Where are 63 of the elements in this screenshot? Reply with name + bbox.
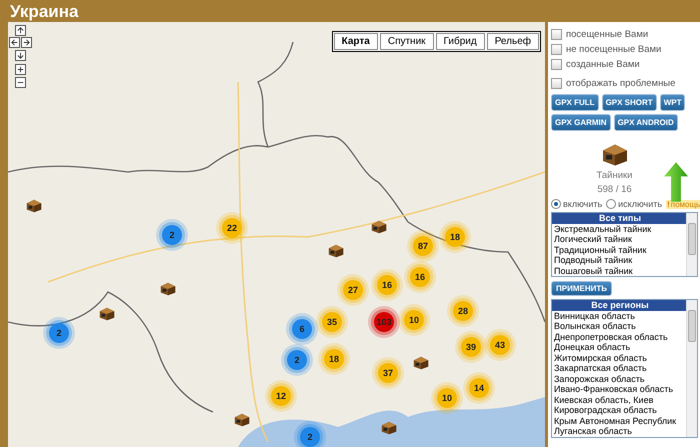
- export-button[interactable]: GPX GARMIN: [551, 114, 611, 131]
- page-title: Украина: [9, 1, 78, 22]
- radio-label: включить: [563, 199, 602, 209]
- zoom-in-icon[interactable]: [15, 64, 26, 75]
- arrow-up-icon: [664, 162, 688, 202]
- list-option[interactable]: Логический тайник: [552, 234, 686, 244]
- list-box[interactable]: [551, 299, 698, 438]
- list-box[interactable]: Все типы Экстремальный тайник Логический тайник Традиционный тайник Подводный тайник Пошаговый тайник: [551, 212, 698, 277]
- zoom-out-icon[interactable]: [15, 77, 26, 88]
- radio-button[interactable]: [551, 199, 561, 209]
- checkbox[interactable]: [551, 44, 562, 55]
- list-option[interactable]: Кировоградская область: [552, 405, 686, 416]
- list-option[interactable]: Луганская область: [552, 426, 686, 436]
- apply-button[interactable]: ПРИМЕНИТЬ: [551, 281, 612, 296]
- list-option[interactable]: Волынская область: [552, 321, 686, 332]
- map-type-tab[interactable]: Гибрид: [436, 33, 485, 50]
- list-option[interactable]: Днепропетровская область: [552, 332, 686, 342]
- checkbox-label: не посещенные Вами: [566, 44, 662, 55]
- list-option[interactable]: Ивано-Франковская область: [552, 384, 686, 394]
- checkbox-label: созданные Вами: [566, 59, 640, 70]
- arrow-up-icon[interactable]: [15, 25, 26, 36]
- map-type-tab[interactable]: Карта: [334, 33, 378, 50]
- list-option[interactable]: Экстремальный тайник: [552, 224, 686, 234]
- export-button[interactable]: WPT: [660, 94, 686, 111]
- list-option[interactable]: Закарпатская область: [552, 363, 686, 374]
- arrow-down-icon[interactable]: [15, 50, 26, 61]
- export-button[interactable]: GPX FULL: [551, 94, 599, 111]
- list-option[interactable]: Запорожская область: [552, 374, 686, 384]
- list-option[interactable]: Киевская область, Киев: [552, 394, 686, 405]
- treasure-chest-icon: [327, 244, 345, 258]
- arrow-right-icon[interactable]: [21, 37, 32, 48]
- stats-label: Тайники: [596, 170, 632, 181]
- checkbox-label: отображать проблемные: [566, 78, 676, 89]
- treasure-chest-icon: [98, 306, 116, 322]
- stats-count: 598 / 16: [597, 184, 632, 195]
- list-option[interactable]: Подводный тайник: [552, 255, 686, 266]
- checkbox[interactable]: [551, 59, 562, 70]
- treasure-chest-icon: [370, 220, 388, 234]
- export-button[interactable]: GPX ANDROID: [614, 114, 678, 131]
- list-option[interactable]: Донецкая область: [552, 342, 686, 352]
- treasure-chest-icon: [380, 420, 398, 436]
- export-button[interactable]: GPX SHORT: [602, 94, 657, 111]
- list-option[interactable]: Традиционный тайник: [552, 244, 686, 255]
- list-option[interactable]: Житомирская область: [552, 352, 686, 363]
- scrollbar[interactable]: [686, 300, 697, 436]
- treasure-chest-icon: [233, 412, 251, 428]
- treasure-chest-icon: [159, 282, 177, 296]
- checkbox[interactable]: [551, 29, 562, 40]
- map-type-tab[interactable]: Рельеф: [486, 33, 539, 50]
- scrollbar[interactable]: [686, 213, 697, 276]
- list-option[interactable]: Крым Автономная Республик: [552, 416, 686, 426]
- list-option[interactable]: Все типы: [552, 213, 686, 224]
- list-option[interactable]: Винницкая область: [552, 310, 686, 321]
- radio-label: исключить: [618, 199, 662, 209]
- arrow-left-icon[interactable]: [9, 37, 20, 48]
- list-option[interactable]: Все регионы: [552, 300, 686, 310]
- list-option[interactable]: Пошаговый тайник: [552, 266, 686, 276]
- checkbox-label: посещенные Вами: [566, 29, 648, 40]
- radio-button[interactable]: [606, 199, 616, 209]
- checkbox[interactable]: [551, 78, 562, 89]
- treasure-chest-icon: [25, 198, 43, 214]
- treasure-chest-icon: [412, 356, 430, 370]
- map-type-tab[interactable]: Спутник: [380, 33, 434, 50]
